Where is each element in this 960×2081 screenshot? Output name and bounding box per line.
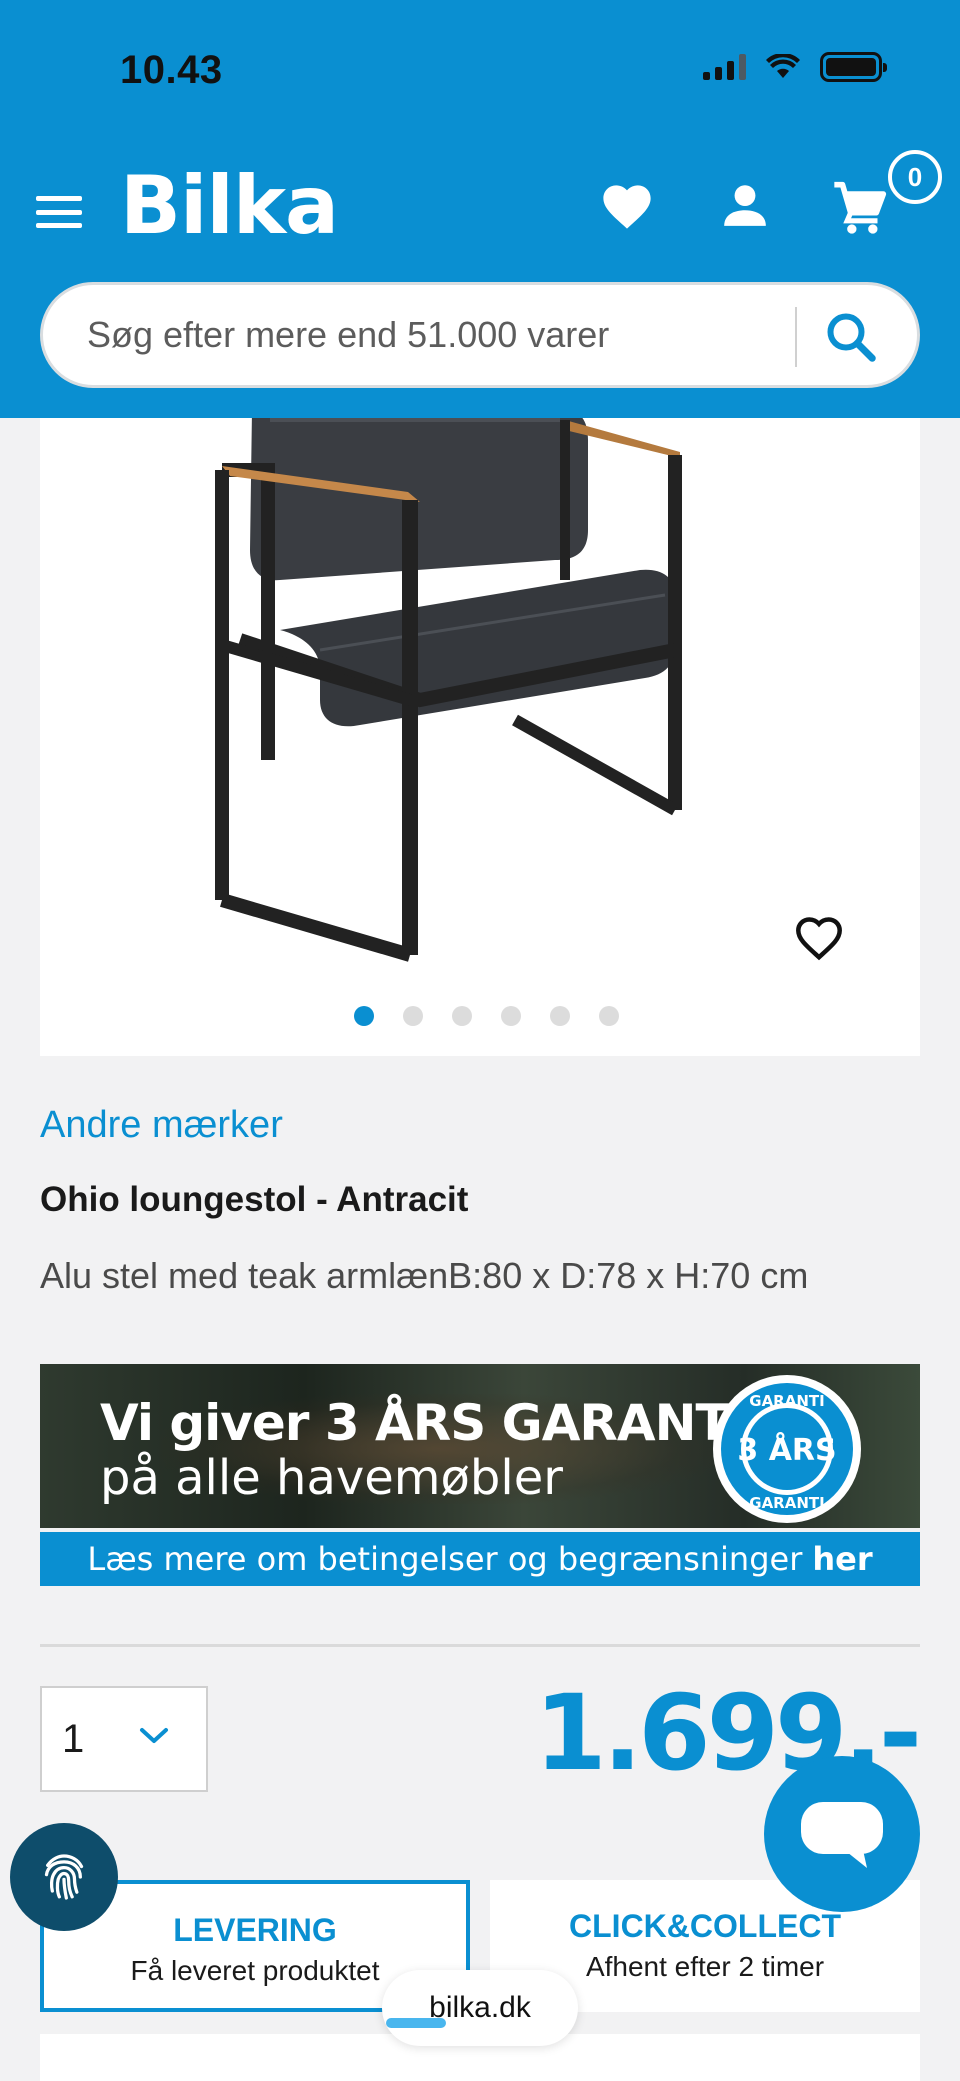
status-icons <box>703 52 887 82</box>
collect-title: CLICK&COLLECT <box>569 1908 841 1944</box>
quantity-select[interactable]: 1 <box>40 1686 208 1792</box>
site-header: 10.43 Bilka 0 <box>0 0 960 418</box>
bilka-logo[interactable]: Bilka <box>120 166 339 246</box>
wifi-icon <box>766 54 800 78</box>
warranty-banner[interactable]: Vi giver 3 ÅRS GARANTI på alle havemøble… <box>40 1364 920 1586</box>
menu-icon[interactable] <box>36 196 82 228</box>
chat-button[interactable] <box>764 1756 920 1912</box>
product-title: Ohio loungestol - Antracit <box>40 1180 469 1219</box>
product-description: Alu stel med teak armlænB:80 x D:78 x H:… <box>40 1255 809 1296</box>
product-image-gallery[interactable] <box>40 380 920 1056</box>
quantity-value: 1 <box>62 1716 85 1761</box>
favorite-icon[interactable] <box>792 912 846 962</box>
banner-headline: Vi giver 3 ÅRS GARANTI <box>100 1394 747 1452</box>
banner-terms-here[interactable]: her <box>812 1540 872 1578</box>
heart-icon[interactable] <box>600 180 654 230</box>
product-image <box>215 410 682 962</box>
gallery-dots <box>354 1006 619 1026</box>
banner-terms-link[interactable]: Læs mere om betingelser og begrænsninger… <box>40 1532 920 1586</box>
gallery-dot[interactable] <box>501 1006 521 1026</box>
battery-icon <box>820 52 887 82</box>
gallery-dot[interactable] <box>403 1006 423 1026</box>
search-input[interactable] <box>87 314 807 356</box>
gallery-dot[interactable] <box>452 1006 472 1026</box>
search-divider <box>795 307 797 367</box>
delivery-title: LEVERING <box>173 1912 337 1948</box>
chevron-down-icon <box>140 1728 168 1743</box>
status-time: 10.43 <box>120 48 223 92</box>
search-bar <box>40 282 920 388</box>
banner-subline: på alle havemøbler <box>100 1450 563 1506</box>
cart-count-badge: 0 <box>888 150 942 204</box>
user-icon[interactable] <box>720 180 770 230</box>
banner-terms-text: Læs mere om betingelser og begrænsninger <box>87 1540 803 1578</box>
product-brand-link[interactable]: Andre mærker <box>40 1104 283 1147</box>
gallery-dot[interactable] <box>550 1006 570 1026</box>
cart-icon[interactable] <box>832 180 888 236</box>
fingerprint-button[interactable] <box>10 1823 118 1931</box>
warranty-seal-icon: GARANTI 3 ÅRS GARANTI <box>713 1375 861 1523</box>
chat-icon <box>801 1802 883 1868</box>
signal-icon <box>703 54 746 80</box>
seal-bottom-text: GARANTI <box>749 1494 824 1512</box>
search-icon[interactable] <box>821 307 881 367</box>
fingerprint-icon <box>44 1854 84 1900</box>
divider <box>40 1644 920 1647</box>
seal-mid-text: 3 ÅRS <box>737 1431 836 1468</box>
page-load-progress <box>386 2018 446 2028</box>
banner-image: Vi giver 3 ÅRS GARANTI på alle havemøble… <box>40 1364 920 1528</box>
browser-url-bar[interactable]: bilka.dk <box>382 1970 578 2046</box>
gallery-dot[interactable] <box>354 1006 374 1026</box>
gallery-dot[interactable] <box>599 1006 619 1026</box>
seal-top-text: GARANTI <box>749 1392 824 1410</box>
